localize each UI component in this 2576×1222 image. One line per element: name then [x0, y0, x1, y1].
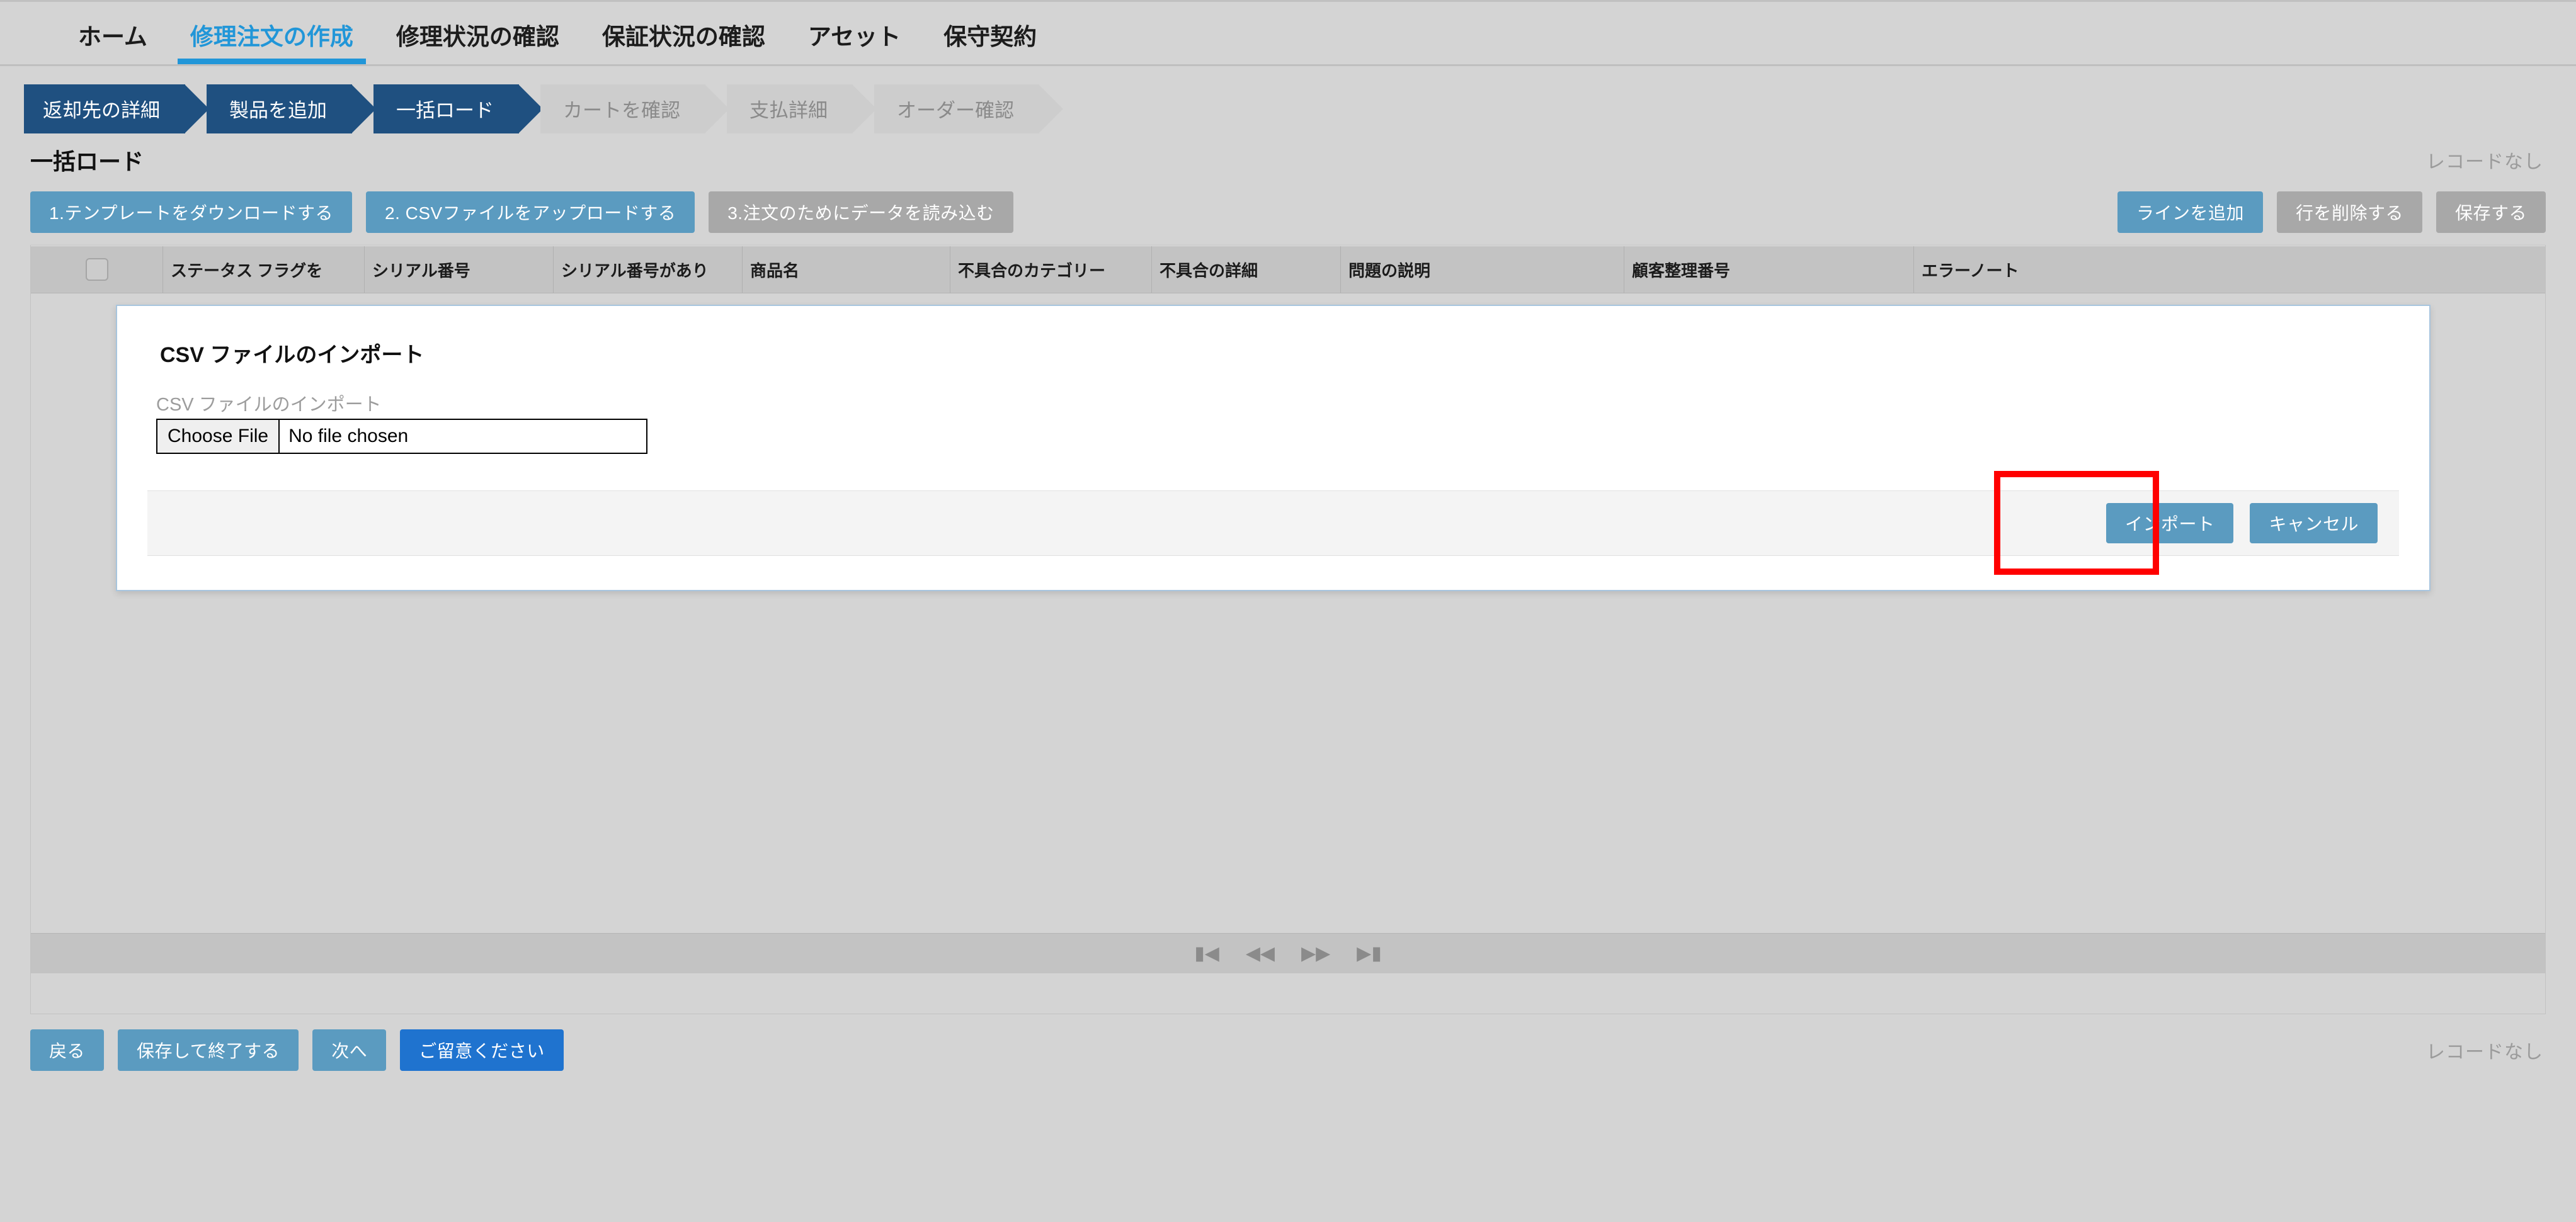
step-order-confirmation[interactable]: オーダー確認 — [874, 84, 1063, 133]
previous-page-icon[interactable]: ◀◀ — [1246, 944, 1275, 963]
page-title: 一括ロード — [30, 149, 144, 174]
nav-item-maintenance-contract[interactable]: 保守契約 — [922, 18, 1058, 64]
bulk-load-grid: ステータス フラグを シリアル番号 シリアル番号があり 商品名 不具合のカテゴリ… — [30, 245, 2546, 1014]
step-add-product[interactable]: 製品を追加 — [207, 84, 376, 133]
nav-item-check-repair-status[interactable]: 修理状況の確認 — [375, 18, 581, 64]
nav-item-create-repair-order[interactable]: 修理注文の作成 — [169, 18, 375, 64]
dialog-footer: インポート キャンセル — [147, 490, 2399, 556]
download-template-button[interactable]: 1.テンプレートをダウンロードする — [30, 191, 353, 233]
load-data-button[interactable]: 3.注文のためにデータを読み込む — [709, 191, 1013, 233]
csv-import-dialog: CSV ファイルのインポート CSV ファイルのインポート Choose Fil… — [116, 305, 2431, 591]
record-status-bottom: レコードなし — [2426, 1042, 2543, 1063]
record-status-top: レコードなし — [2426, 152, 2543, 173]
nav-item-assets[interactable]: アセット — [787, 18, 922, 64]
grid-body: CSV ファイルのインポート CSV ファイルのインポート Choose Fil… — [31, 293, 2545, 973]
import-button[interactable]: インポート — [2106, 503, 2234, 543]
dialog-bottom-padding — [117, 556, 2429, 590]
save-button[interactable]: 保存する — [2436, 191, 2546, 233]
step-breadcrumb: 返却先の詳細 製品を追加 一括ロード カートを確認 支払詳細 オーダー確認 — [0, 66, 2576, 135]
grid-header-row: ステータス フラグを シリアル番号 シリアル番号があり 商品名 不具合のカテゴリ… — [31, 246, 2545, 293]
next-button[interactable]: 次へ — [312, 1029, 387, 1071]
grid-header-defect-category[interactable]: 不具合のカテゴリー — [950, 246, 1152, 293]
nav-item-check-warranty-status[interactable]: 保証状況の確認 — [581, 18, 787, 64]
step-payment-details[interactable]: 支払詳細 — [727, 84, 877, 133]
first-page-icon[interactable]: ▮◀ — [1194, 944, 1219, 963]
grid-header-status-flag[interactable]: ステータス フラグを — [163, 246, 365, 293]
grid-pagination: ▮◀ ◀◀ ▶▶ ▶▮ — [31, 933, 2545, 973]
grid-toolbar: 1.テンプレートをダウンロードする 2. CSVファイルをアップロードする 3.… — [0, 178, 2576, 236]
grid-header-problem-description[interactable]: 問題の説明 — [1341, 246, 1624, 293]
next-page-icon[interactable]: ▶▶ — [1301, 944, 1330, 963]
toolbar-right-group: ラインを追加 行を削除する 保存する — [2104, 191, 2546, 233]
grid-header-defect-details[interactable]: 不具合の詳細 — [1152, 246, 1341, 293]
dialog-title: CSV ファイルのインポート — [160, 343, 425, 367]
upload-csv-button[interactable]: 2. CSVファイルをアップロードする — [366, 191, 695, 233]
add-line-button[interactable]: ラインを追加 — [2117, 191, 2263, 233]
grid-header-error-note[interactable]: エラーノート — [1914, 246, 2545, 293]
last-page-icon[interactable]: ▶▮ — [1357, 944, 1382, 963]
back-button[interactable]: 戻る — [30, 1029, 105, 1071]
grid-header-serial-number[interactable]: シリアル番号 — [365, 246, 554, 293]
dialog-body: CSV ファイルのインポート Choose File No file chose… — [117, 368, 2429, 454]
file-field-label: CSV ファイルのインポート — [156, 395, 382, 415]
choose-file-button[interactable]: Choose File — [157, 420, 280, 453]
grid-header-customer-reference-number[interactable]: 顧客整理番号 — [1624, 246, 1914, 293]
page-title-row: 一括ロード レコードなし — [0, 135, 2576, 178]
csv-file-input[interactable]: Choose File No file chosen — [156, 419, 647, 454]
step-return-details[interactable]: 返却先の詳細 — [24, 84, 209, 133]
grid-header-has-serial-number[interactable]: シリアル番号があり — [554, 246, 743, 293]
main-navigation: ホーム 修理注文の作成 修理状況の確認 保証状況の確認 アセット 保守契約 — [0, 0, 2576, 66]
select-all-checkbox[interactable] — [85, 258, 108, 281]
selected-file-name: No file chosen — [288, 426, 409, 446]
delete-row-button[interactable]: 行を削除する — [2276, 191, 2422, 233]
grid-header-select-all[interactable] — [31, 246, 163, 293]
cancel-button[interactable]: キャンセル — [2250, 503, 2378, 543]
step-bulk-load[interactable]: 一括ロード — [373, 84, 543, 133]
step-confirm-cart[interactable]: カートを確認 — [540, 84, 729, 133]
nav-item-home[interactable]: ホーム — [57, 18, 169, 64]
page-footer: 戻る 保存して終了する 次へ ご留意ください レコードなし — [0, 1014, 2576, 1075]
notice-button[interactable]: ご留意ください — [400, 1029, 564, 1071]
grid-header-product-name[interactable]: 商品名 — [743, 246, 950, 293]
save-and-exit-button[interactable]: 保存して終了する — [118, 1029, 299, 1071]
